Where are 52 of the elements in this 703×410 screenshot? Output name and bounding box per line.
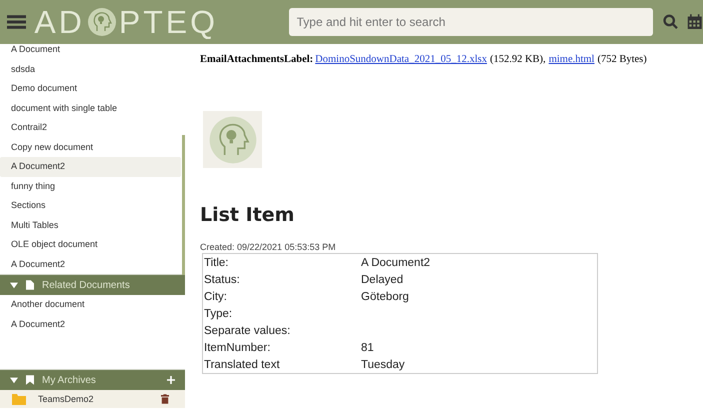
search-icon[interactable] xyxy=(662,14,678,30)
menu-icon[interactable] xyxy=(7,14,26,30)
field-value: 81 xyxy=(361,342,374,354)
attachments-label: EmailAttachmentsLabel: xyxy=(200,54,314,65)
field-label: Separate values: xyxy=(204,324,292,336)
attachment-link[interactable]: mime.html xyxy=(548,54,594,65)
section-header[interactable]: Related Documents xyxy=(0,274,185,295)
document-item[interactable]: Demo document xyxy=(0,79,181,98)
trash-icon[interactable] xyxy=(161,394,169,404)
document-item[interactable]: A Document2 xyxy=(0,157,181,176)
folder-icon xyxy=(12,394,26,404)
document-icon xyxy=(26,280,34,290)
calendar-icon[interactable] xyxy=(687,13,703,31)
field-value: Göteborg xyxy=(361,290,409,302)
field-label: Status: xyxy=(204,274,241,286)
section-header[interactable]: My Archives xyxy=(0,369,185,390)
document-item[interactable]: sdsda xyxy=(0,60,181,79)
document-item[interactable]: Multi Tables xyxy=(0,216,181,235)
related-item[interactable]: Another document xyxy=(0,295,181,314)
add-icon[interactable] xyxy=(167,376,175,384)
logo-text: AD xyxy=(34,4,85,40)
document-item[interactable]: Contrail2 xyxy=(0,118,181,138)
bookmark-icon xyxy=(26,375,34,385)
field-label: Translated text xyxy=(204,358,281,370)
document-item[interactable]: document with single table xyxy=(0,98,181,118)
logo-text: PTEQ xyxy=(118,4,218,40)
document-item[interactable]: Copy new document xyxy=(0,138,181,157)
head-bulb-icon xyxy=(86,7,117,37)
scrollbar[interactable] xyxy=(182,135,185,275)
archive-item[interactable]: TeamsDemo2 xyxy=(0,390,185,408)
file-size: (752 Bytes) xyxy=(597,54,647,65)
field-value: A Document2 xyxy=(361,256,430,268)
field-label: ItemNumber: xyxy=(204,342,272,354)
section-title: Related Documents xyxy=(42,280,131,290)
field-value: Delayed xyxy=(361,274,404,286)
section-title: My Archives xyxy=(42,374,97,386)
document-item[interactable]: funny thing xyxy=(0,176,181,196)
archive-name: TeamsDemo2 xyxy=(38,394,95,404)
field-label: Title: xyxy=(204,256,230,268)
page-heading: List Item xyxy=(200,204,296,226)
field-value: Tuesday xyxy=(361,358,405,370)
created-date: Created: 09/22/2021 05:53:53 PM xyxy=(200,242,337,252)
related-item[interactable]: A Document2 xyxy=(0,314,181,334)
field-label: Type: xyxy=(204,308,234,320)
document-item[interactable]: OLE object document xyxy=(0,235,181,254)
field-label: City: xyxy=(204,290,228,302)
file-size: (152.92 KB), xyxy=(490,54,546,65)
document-item[interactable]: A Document2 xyxy=(0,254,181,274)
search-field[interactable]: Type and hit enter to search xyxy=(288,8,653,36)
document-item[interactable]: A Document xyxy=(0,40,181,60)
attachment-link[interactable]: DominoSundownData_2021_05_12.xlsx xyxy=(315,54,487,65)
document-item[interactable]: Sections xyxy=(0,196,181,216)
